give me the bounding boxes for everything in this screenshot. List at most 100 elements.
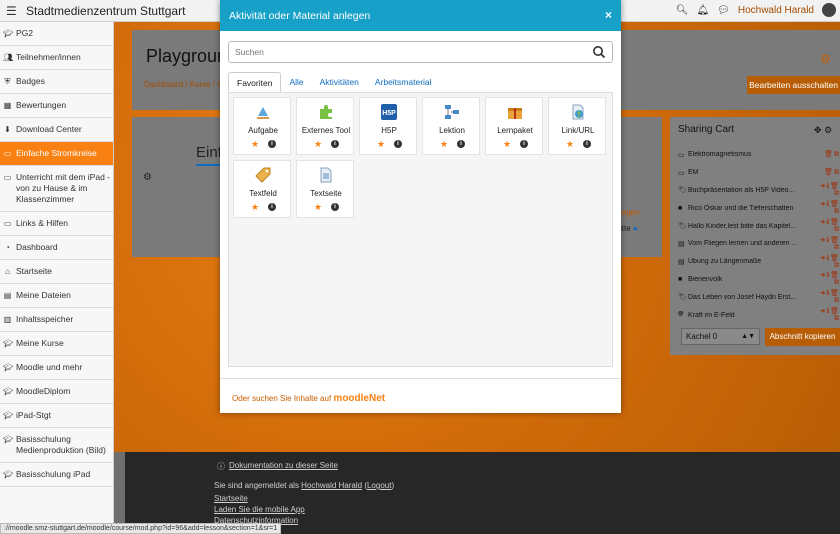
search-input[interactable] xyxy=(235,44,575,60)
item-actions[interactable]: ➜ℹ🗑︎⧉ xyxy=(818,182,840,198)
info-icon[interactable]: i xyxy=(520,140,528,148)
sidebar-item[interactable]: ▭ Einfache Stromkreise xyxy=(0,142,113,166)
item-actions[interactable]: ➜ℹ🗑︎⧉ xyxy=(818,289,840,305)
search-icon[interactable]: 🔍︎ xyxy=(676,5,689,16)
tab-aktivit-ten[interactable]: Aktivitäten xyxy=(312,72,367,92)
star-icon[interactable]: ★ xyxy=(440,139,448,150)
peek-link[interactable]: legen xyxy=(620,208,640,217)
module-tile[interactable]: Textseite ★ i xyxy=(296,160,354,218)
info-icon[interactable]: i xyxy=(394,140,402,148)
profile-link[interactable]: Hochwald Harald xyxy=(301,481,362,490)
module-tile[interactable]: Link/URL ★ i xyxy=(548,97,606,155)
sharing-cart-item[interactable]: ▭ Elektromagnetismus 🗑︎⧉ xyxy=(678,146,840,164)
sidebar-item[interactable]: 🎓︎ Basisschulung iPad xyxy=(0,463,113,487)
module-tile[interactable]: H5P H5P ★ i xyxy=(359,97,417,155)
info-icon[interactable]: i xyxy=(583,140,591,148)
info-icon[interactable]: i xyxy=(331,140,339,148)
user-name[interactable]: Hochwald Harald xyxy=(738,5,814,16)
hamburger-menu-icon[interactable]: ☰ xyxy=(6,4,17,18)
sharing-cart-item[interactable]: ■ Bienenvolk ➜ℹ🗑︎⧉ xyxy=(678,271,840,289)
site-title[interactable]: Stadtmedienzentrum Stuttgart xyxy=(26,4,185,18)
move-icon[interactable]: ✥ xyxy=(814,125,822,135)
sharing-cart-item[interactable]: ▤ Übung zu Längenmaße ➜ℹ🗑︎⧉ xyxy=(678,253,840,271)
tab-alle[interactable]: Alle xyxy=(281,72,311,92)
module-tile[interactable]: Textfeld ★ i xyxy=(233,160,291,218)
sidebar-item[interactable]: ▤ Meine Dateien xyxy=(0,284,113,308)
bell-icon[interactable]: 🔔︎ xyxy=(696,5,709,16)
section-select[interactable]: Kachel 0 ▲▼ xyxy=(681,328,760,345)
search-icon[interactable] xyxy=(592,45,606,59)
sidebar-item[interactable]: ⌂ Startseite xyxy=(0,260,113,284)
tab-arbeitsmaterial[interactable]: Arbeitsmaterial xyxy=(367,72,440,92)
logout-link[interactable]: Logout xyxy=(367,481,391,490)
sidebar-item[interactable]: ◔ Dashboard xyxy=(0,236,113,260)
sharing-cart-item[interactable]: ■ Rico Oskar und die Tieferschatten ➜ℹ🗑︎⧉ xyxy=(678,199,840,217)
star-icon[interactable]: ★ xyxy=(314,202,322,213)
info-icon[interactable]: i xyxy=(331,203,339,211)
sidebar-item[interactable]: 🎓︎ PG2 xyxy=(0,22,113,46)
gear-icon[interactable]: ⚙ xyxy=(824,125,832,135)
course-section-title[interactable]: Einf xyxy=(196,144,222,161)
sidebar-item[interactable]: ▥ Inhaltsspeicher xyxy=(0,308,113,332)
item-actions[interactable]: ➜ℹ🗑︎⧉ xyxy=(818,200,840,216)
sidebar-item-label: Download Center xyxy=(16,124,82,134)
sharing-cart-item[interactable]: ▭ EM 🗑︎⧉ xyxy=(678,164,840,182)
sidebar-item[interactable]: 👥︎ Teilnehmer/innen xyxy=(0,46,113,70)
info-icon[interactable]: i xyxy=(457,140,465,148)
sidebar-item[interactable]: ⬇ Download Center xyxy=(0,118,113,142)
star-icon[interactable]: ★ xyxy=(251,202,259,213)
info-icon[interactable]: i xyxy=(268,140,276,148)
sharing-cart-item[interactable]: 🏷︎ Hallo Kinder,lest bitte das Kapitel...… xyxy=(678,217,840,235)
star-icon[interactable]: ★ xyxy=(503,139,511,150)
sidebar-item[interactable]: 🎓︎ Moodle und mehr xyxy=(0,356,113,380)
item-actions[interactable]: ➜ℹ🗑︎⧉ xyxy=(818,307,840,323)
search-box xyxy=(228,41,613,63)
star-icon[interactable]: ★ xyxy=(566,139,574,150)
sidebar-item[interactable]: ▭ Unterricht mit dem iPad - von zu Hause … xyxy=(0,166,113,212)
item-actions[interactable]: ➜ℹ🗑︎⧉ xyxy=(818,271,840,287)
item-actions[interactable]: 🗑︎⧉ xyxy=(818,168,840,177)
sidebar-item[interactable]: ▦ Bewertungen xyxy=(0,94,113,118)
tab-favoriten[interactable]: Favoriten xyxy=(228,72,282,92)
sharing-cart-item[interactable]: ▤ Vom Fliegen lernen und anderen ... ➜ℹ🗑︎⧉ xyxy=(678,235,840,253)
module-tile[interactable]: Aufgabe ★ i xyxy=(233,97,291,155)
sharing-cart-item[interactable]: 🌐︎ Kraft im E-Feld ➜ℹ🗑︎⧉ xyxy=(678,306,840,324)
sidebar-item[interactable]: ⛨ Badges xyxy=(0,70,113,94)
module-tile[interactable]: Lektion ★ i xyxy=(422,97,480,155)
module-tile[interactable]: Lernpaket ★ i xyxy=(485,97,543,155)
sidebar-item[interactable]: 🎓︎ MoodleDiplom xyxy=(0,380,113,404)
mobile-app-link[interactable]: Laden Sie die mobile App xyxy=(214,505,305,514)
home-link[interactable]: Startseite xyxy=(214,494,248,503)
item-actions[interactable]: ➜ℹ🗑︎⧉ xyxy=(818,254,840,270)
item-actions[interactable]: 🗑︎⧉ xyxy=(818,150,840,159)
edit-mode-button[interactable]: Bearbeiten ausschalten xyxy=(747,76,840,94)
avatar[interactable] xyxy=(822,3,836,17)
sharing-cart-item-label: Buchpräsentation als H5P Video... xyxy=(688,186,795,194)
sidebar-item[interactable]: 🎓︎ iPad-Stgt xyxy=(0,404,113,428)
sidebar-item[interactable]: 🎓︎ Basisschulung Medienproduktion (Bild) xyxy=(0,428,113,463)
star-icon[interactable]: ★ xyxy=(314,139,322,150)
copy-section-button[interactable]: Abschnitt kopieren xyxy=(765,328,840,346)
item-actions[interactable]: ➜ℹ🗑︎⧉ xyxy=(818,236,840,252)
chat-icon[interactable]: 💬︎ xyxy=(717,5,730,16)
item-actions[interactable]: ➜ℹ🗑︎⧉ xyxy=(818,218,840,234)
info-icon[interactable]: i xyxy=(268,203,276,211)
sharing-cart-item[interactable]: 🏷︎ Das Leben von Josef Haydn Erst... ➜ℹ🗑︎⧉ xyxy=(678,288,840,306)
moodlenet-logo[interactable]: moodleNet xyxy=(333,393,385,404)
star-icon[interactable]: ★ xyxy=(377,139,385,150)
star-icon[interactable]: ★ xyxy=(251,139,259,150)
label-tag-icon xyxy=(255,167,271,183)
sidebar-item[interactable]: 🎓︎ Meine Kurse xyxy=(0,332,113,356)
gear-icon[interactable]: ⚙ xyxy=(820,52,831,66)
module-tile[interactable]: Externes Tool ★ i xyxy=(296,97,354,155)
section-gear-icon[interactable]: ⚙ xyxy=(143,172,152,183)
documentation-link[interactable]: Dokumentation zu dieser Seite xyxy=(229,461,338,470)
package-icon xyxy=(507,104,523,120)
sharing-cart-item[interactable]: 🏷︎ Buchpräsentation als H5P Video... ➜ℹ🗑︎⧉ xyxy=(678,182,840,200)
help-icon[interactable]: ● xyxy=(633,224,638,233)
sharing-cart-item-label: Das Leben von Josef Haydn Erst... xyxy=(688,293,797,301)
login-info: Sie sind angemeldet als Hochwald Harald … xyxy=(214,481,395,490)
close-icon[interactable]: × xyxy=(605,8,612,22)
graduation-cap-icon: 🎓︎ xyxy=(3,411,14,420)
sidebar-item[interactable]: ▭ Links & Hilfen xyxy=(0,212,113,236)
